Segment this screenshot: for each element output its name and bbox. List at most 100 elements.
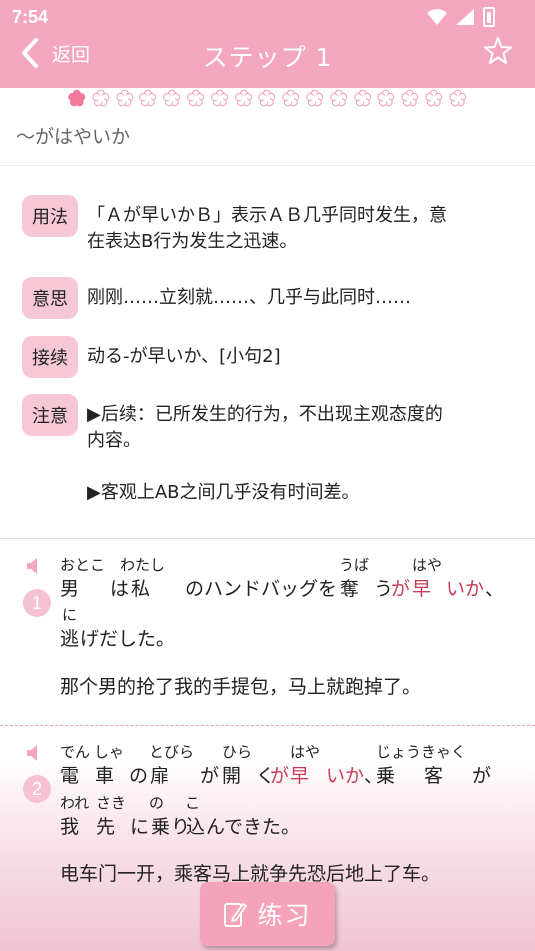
info-line: 「Ａが早いかＢ」表示ＡＢ几乎同时发生，意 xyxy=(87,205,447,226)
sentence-word: げだした。 xyxy=(80,628,176,650)
highlight-word: 早 xyxy=(290,765,310,787)
speaker-icon[interactable] xyxy=(25,743,39,763)
furigana: こ xyxy=(185,794,201,812)
info-text: 刚刚……立刻就……、几乎与此同时…… xyxy=(87,277,505,319)
progress-dot-empty xyxy=(330,89,347,107)
dashed-divider xyxy=(0,725,535,726)
sentence-word: 奪 xyxy=(340,578,360,600)
sentence-word: 先 xyxy=(96,816,116,838)
sentence-word: 車 xyxy=(95,765,115,787)
info-tag: 用法 xyxy=(22,195,78,237)
progress-dot-empty xyxy=(234,89,252,107)
sentence-word: 開 xyxy=(222,765,242,787)
sentence-word: 我 xyxy=(60,816,80,838)
sentence-word: のハンドバッグを xyxy=(185,578,338,600)
pencil-note-icon xyxy=(224,903,248,927)
highlight-word: 早 xyxy=(412,578,432,600)
furigana: ひら xyxy=(222,743,253,761)
progress-dot-empty xyxy=(449,89,466,107)
progress-dot-empty xyxy=(187,89,205,107)
furigana: わたし xyxy=(120,556,166,574)
furigana: でん xyxy=(60,743,91,761)
nav-bar: 返回 ステップ 1 xyxy=(0,34,535,88)
divider xyxy=(0,165,535,166)
battery-icon xyxy=(483,7,495,27)
progress-dot-empty xyxy=(115,89,133,107)
sentence-word: 、 xyxy=(485,578,505,600)
progress-dot-empty xyxy=(139,89,157,107)
sentence-word: 込 xyxy=(186,816,206,838)
example-number-badge: 1 xyxy=(23,589,51,617)
highlight-word: いか xyxy=(326,765,365,787)
progress-dot-empty xyxy=(401,89,419,107)
furigana: われ xyxy=(60,794,90,812)
progress-dot-empty xyxy=(282,89,300,107)
furigana: はや xyxy=(412,556,443,574)
info-row-usage: 用法 「Ａが早いかＢ」表示ＡＢ几乎同时发生，意 在表达B行为发生之迅速。 xyxy=(22,195,505,255)
step-progress xyxy=(66,88,468,108)
info-tag: 接续 xyxy=(22,336,78,378)
sentence-word: 客 xyxy=(424,765,444,787)
furigana: はや xyxy=(290,743,321,761)
sentence-word: が xyxy=(472,765,492,787)
sentence-word: に xyxy=(130,816,150,838)
sentence-word: の xyxy=(129,765,149,787)
info-line: 动る-が早いか、[小句2] xyxy=(87,346,281,367)
furigana: の xyxy=(149,794,165,812)
sentence-word: は xyxy=(110,578,130,600)
info-row-note: 注意 ▶后续：已所发生的行为，不出现主观态度的 内容。 ▶客观上AB之间几乎没有… xyxy=(22,394,505,506)
example-translation: 那个男的抢了我的手提包，马上就跑掉了。 xyxy=(60,676,422,698)
furigana: きゃく xyxy=(421,743,467,761)
page-title: ステップ 1 xyxy=(202,43,333,72)
furigana: うば xyxy=(339,556,370,574)
info-line: ▶后续：已所发生的行为，不出现主观态度的 xyxy=(87,404,443,425)
info-line: 在表达B行为发生之迅速。 xyxy=(87,231,298,252)
info-row-connection: 接续 动る-が早いか、[小句2] xyxy=(22,336,505,378)
furigana: しゃ xyxy=(94,743,125,761)
sentence-word: 私 xyxy=(131,578,151,600)
info-text: 「Ａが早いかＢ」表示ＡＢ几乎同时发生，意 在表达B行为发生之迅速。 xyxy=(87,195,505,255)
sentence-word: 男 xyxy=(60,578,80,600)
progress-dot-empty xyxy=(377,89,395,107)
grammar-pattern-title: ～がはやいか xyxy=(16,126,131,148)
furigana: おとこ xyxy=(60,556,106,574)
highlight-word: が xyxy=(391,578,411,600)
progress-dot-empty xyxy=(92,89,110,107)
example-number-badge: 2 xyxy=(23,775,51,803)
progress-dot-empty xyxy=(353,89,371,107)
info-line xyxy=(87,454,505,480)
practice-label: 练习 xyxy=(257,901,312,930)
progress-dot-empty xyxy=(306,89,324,107)
star-outline-icon[interactable] xyxy=(483,36,513,66)
info-row-meaning: 意思 刚刚……立刻就……、几乎与此同时…… xyxy=(22,277,505,319)
sentence-word: 乗 xyxy=(376,765,396,787)
info-text: ▶后续：已所发生的行为，不出现主观态度的 内容。 ▶客观上AB之间几乎没有时间差… xyxy=(87,394,505,506)
info-line: 内容。 xyxy=(87,430,141,451)
sentence-word: 電 xyxy=(60,765,80,787)
sentence-word: んできた。 xyxy=(206,816,301,838)
progress-dot-empty xyxy=(211,89,229,107)
progress-dot-empty xyxy=(163,89,181,107)
info-tag: 注意 xyxy=(22,394,78,436)
sentence-word: 乗 xyxy=(151,816,171,838)
progress-dot-filled xyxy=(68,89,86,107)
sentence-word: が xyxy=(200,765,220,787)
speaker-icon[interactable] xyxy=(25,556,39,576)
status-time: 7:54 xyxy=(12,7,49,27)
info-line: ▶客观上AB之间几乎没有时间差。 xyxy=(87,482,360,503)
furigana: じょう xyxy=(376,743,422,761)
info-tag: 意思 xyxy=(22,277,78,319)
info-text: 动る-が早いか、[小句2] xyxy=(87,336,505,378)
sentence-word: 扉 xyxy=(150,765,170,787)
highlight-word: が xyxy=(270,765,290,787)
practice-button[interactable]: 练习 xyxy=(200,882,335,946)
divider xyxy=(0,538,535,539)
progress-dot-empty xyxy=(258,89,276,107)
info-line: 刚刚……立刻就……、几乎与此同时…… xyxy=(87,287,411,308)
highlight-word: いか xyxy=(446,578,485,600)
status-bar: 7:54 xyxy=(0,0,535,34)
furigana: に xyxy=(62,606,78,624)
furigana: さき xyxy=(96,794,127,812)
progress-dot-empty xyxy=(425,89,443,107)
status-icons xyxy=(427,7,495,27)
